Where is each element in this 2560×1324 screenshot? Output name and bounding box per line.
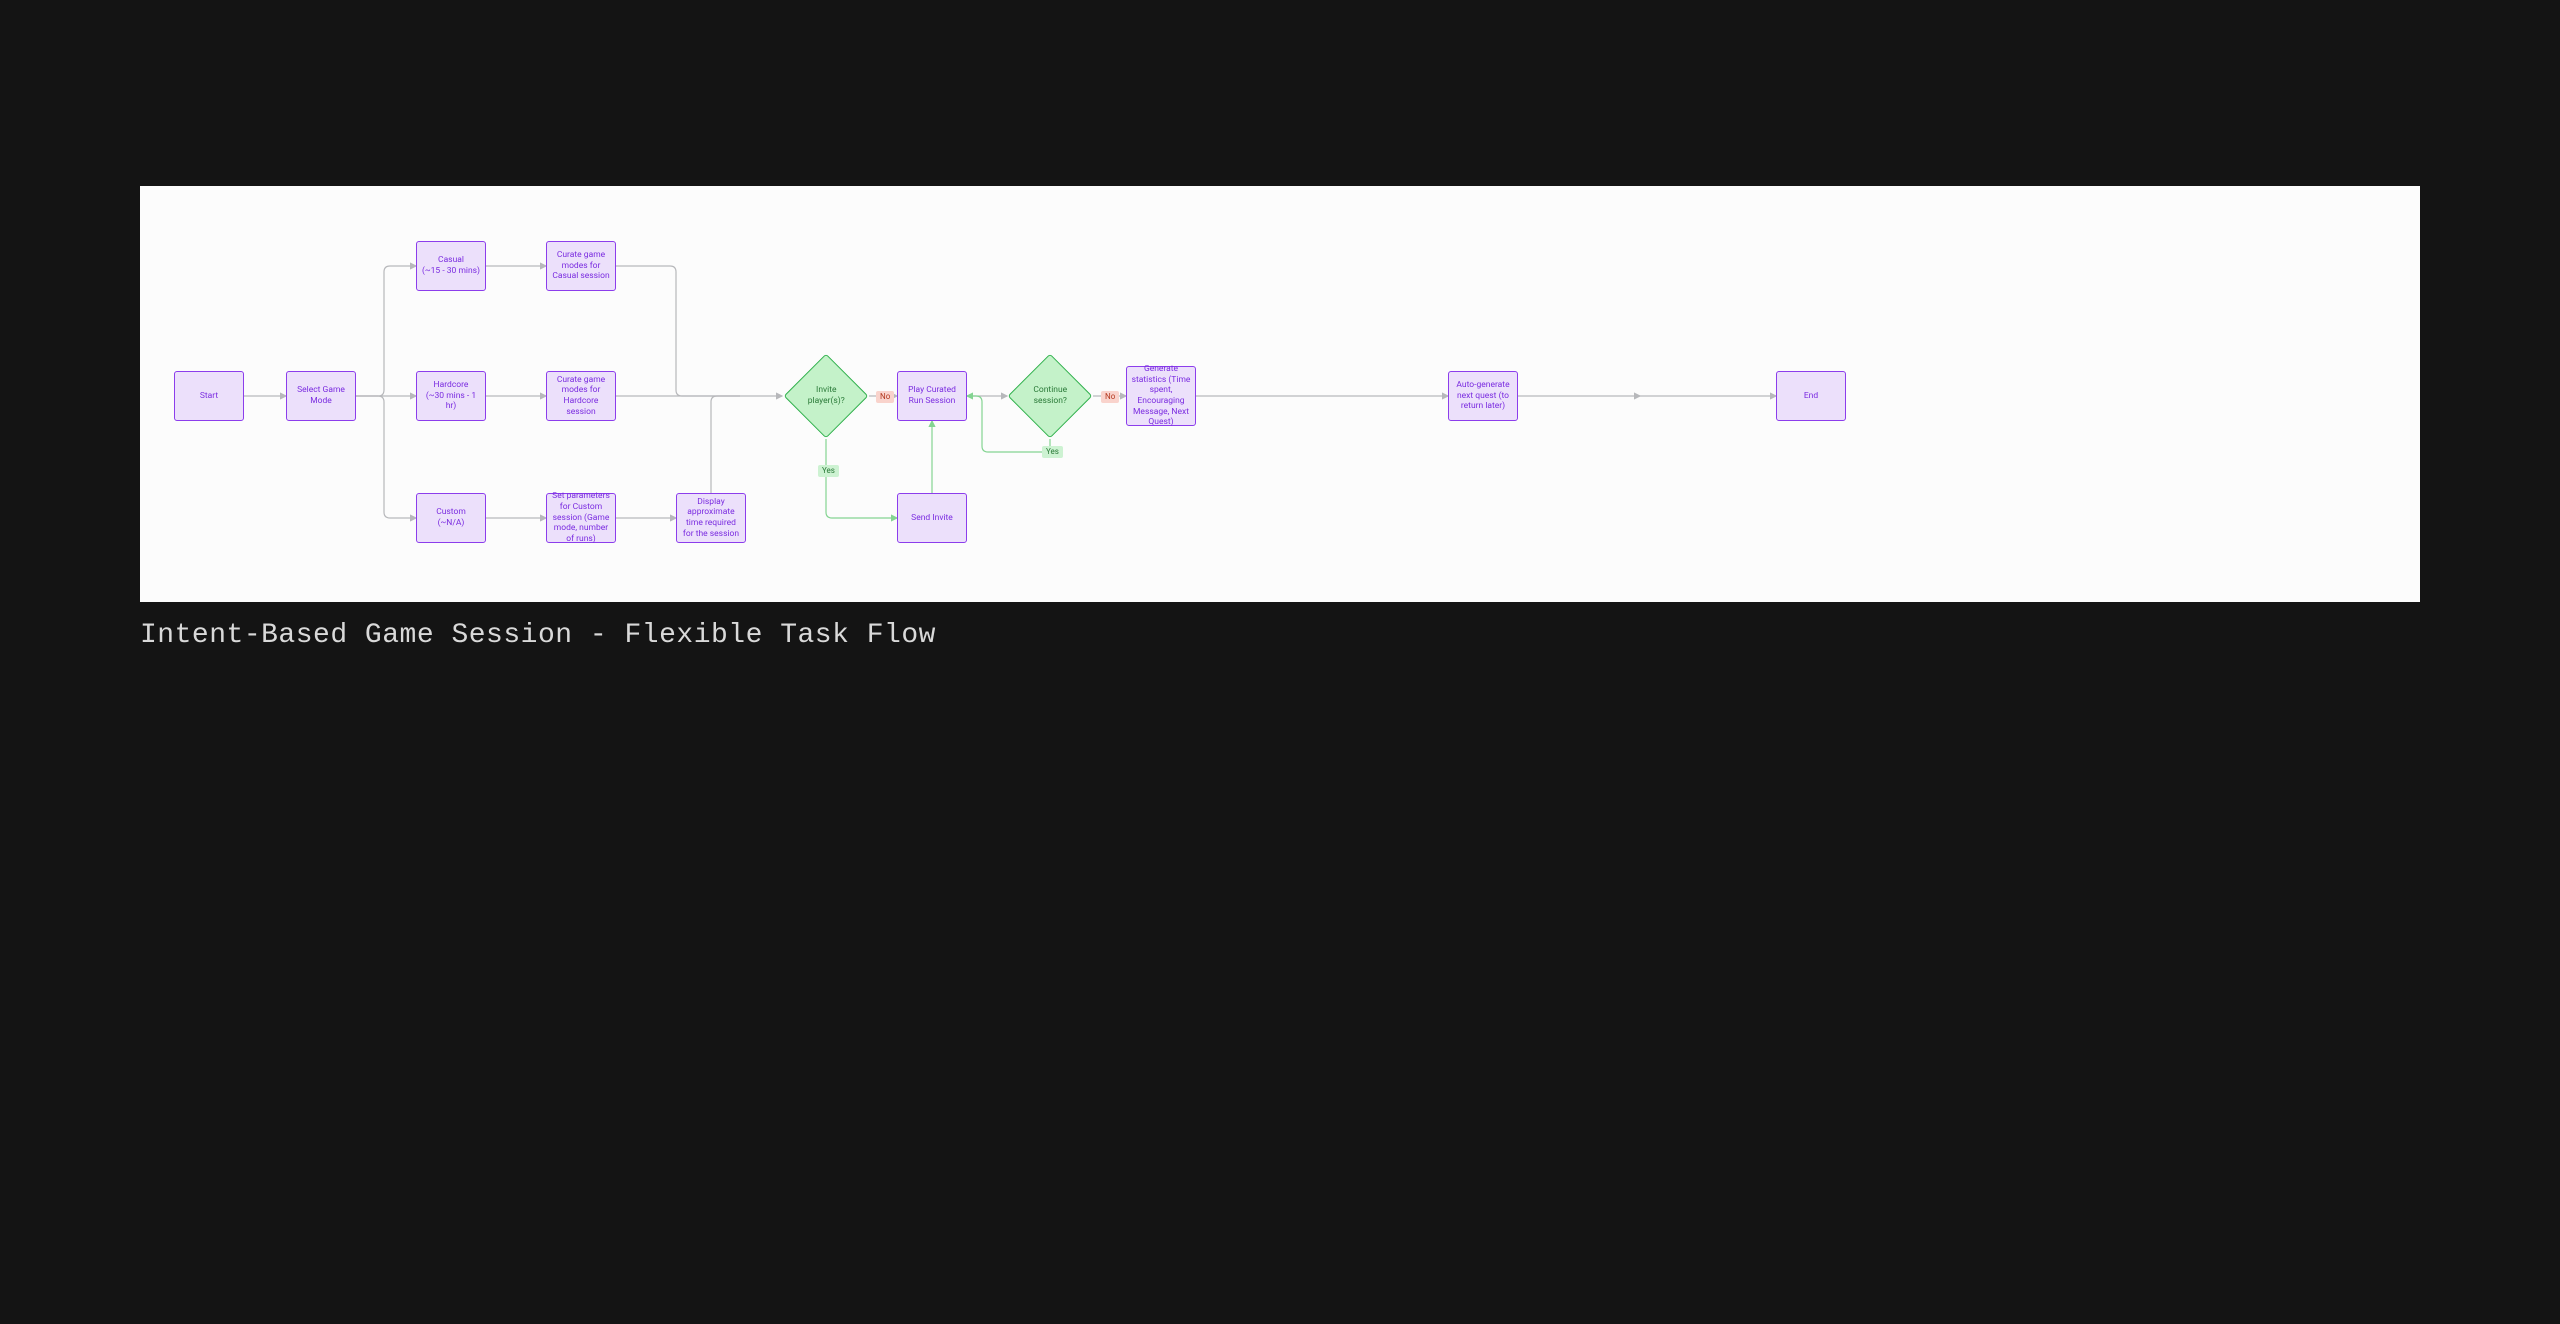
badge-invite-no: No — [876, 391, 894, 403]
node-end: End — [1776, 371, 1846, 421]
badge-continue-yes: Yes — [1042, 446, 1063, 458]
node-set-params: Set parameters for Custom session (Game … — [546, 493, 616, 543]
node-play-run: Play Curated Run Session — [897, 371, 967, 421]
label-invite: Invite player(s)? — [801, 385, 851, 406]
node-start: Start — [174, 371, 244, 421]
node-curate-casual: Curate game modes for Casual session — [546, 241, 616, 291]
stage: Start Select Game Mode Casual(~15 - 30 m… — [0, 0, 2560, 1324]
node-custom: Custom(~N/A) — [416, 493, 486, 543]
figure-caption: Intent-Based Game Session - Flexible Tas… — [140, 620, 936, 651]
node-auto-generate: Auto-generate next quest (to return late… — [1448, 371, 1518, 421]
node-hardcore: Hardcore(~30 mins - 1 hr) — [416, 371, 486, 421]
badge-continue-no: No — [1101, 391, 1119, 403]
node-casual: Casual(~15 - 30 mins) — [416, 241, 486, 291]
node-curate-hardcore: Curate game modes for Hardcore session — [546, 371, 616, 421]
node-generate-stats: Generate statistics (Time spent, Encoura… — [1126, 366, 1196, 426]
badge-invite-yes: Yes — [818, 465, 839, 477]
flowchart-canvas: Start Select Game Mode Casual(~15 - 30 m… — [140, 186, 2420, 602]
label-continue: Continue session? — [1025, 385, 1075, 406]
node-send-invite: Send Invite — [897, 493, 967, 543]
node-display-time: Display approximate time required for th… — [676, 493, 746, 543]
node-select-game-mode: Select Game Mode — [286, 371, 356, 421]
